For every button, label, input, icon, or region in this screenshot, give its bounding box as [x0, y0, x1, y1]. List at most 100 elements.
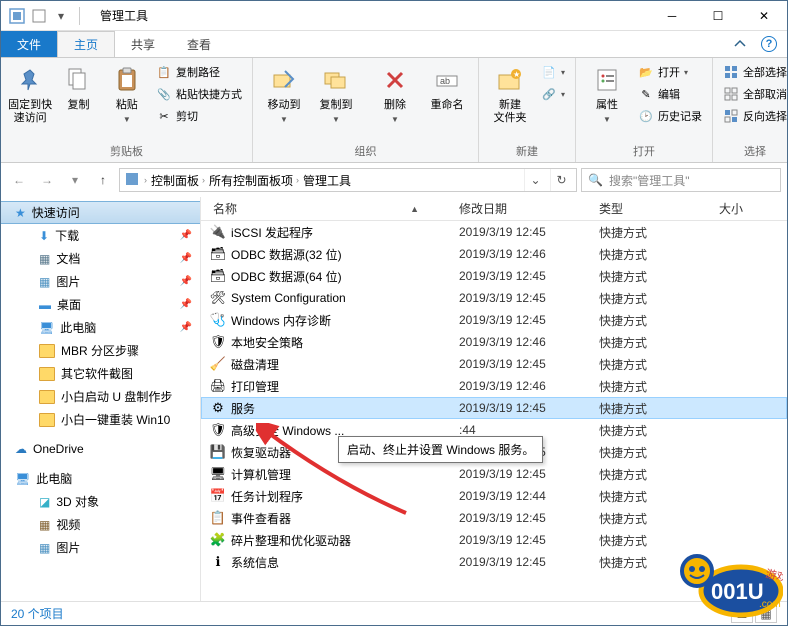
- file-type: 快捷方式: [599, 422, 719, 439]
- rename-button[interactable]: ab 重命名: [422, 60, 472, 112]
- copyto-icon: [320, 64, 352, 96]
- pics-icon: ▦: [39, 541, 50, 555]
- folder-icon: [39, 344, 55, 358]
- copypath-icon: 📋: [156, 64, 172, 80]
- table-row[interactable]: 🛠System Configuration2019/3/19 12:45快捷方式: [201, 287, 787, 309]
- folder-icon: [39, 413, 55, 427]
- file-icon: 🗃: [209, 246, 227, 262]
- nav-pics2[interactable]: ▦图片: [1, 536, 200, 559]
- ribbon-collapse-icon[interactable]: [723, 31, 757, 57]
- col-name[interactable]: 名称▲: [201, 200, 459, 217]
- minimize-button[interactable]: ─: [649, 1, 695, 31]
- qat-properties-icon[interactable]: [31, 8, 47, 24]
- table-row[interactable]: 📅任务计划程序2019/3/19 12:44快捷方式: [201, 485, 787, 507]
- open-button[interactable]: 📂打开▾: [634, 62, 706, 82]
- select-none-button[interactable]: 全部取消: [719, 84, 788, 104]
- newfolder-button[interactable]: ★ 新建 文件夹: [485, 60, 535, 125]
- edit-button[interactable]: ✎编辑: [634, 84, 706, 104]
- recent-dropdown[interactable]: ▾: [63, 168, 87, 192]
- col-size[interactable]: 大小: [719, 200, 779, 217]
- new-item-button[interactable]: 📄▾: [537, 62, 569, 82]
- breadcrumb-allitems[interactable]: 所有控制面板项›: [209, 172, 299, 189]
- copy-path-button[interactable]: 📋复制路径: [152, 62, 246, 82]
- file-name: 磁盘清理: [227, 356, 459, 373]
- cut-button[interactable]: ✂剪切: [152, 106, 246, 126]
- paste-button[interactable]: 粘贴 ▼: [104, 60, 150, 125]
- copy-button[interactable]: 复制: [55, 60, 101, 112]
- paste-shortcut-button[interactable]: 📎粘贴快捷方式: [152, 84, 246, 104]
- nav-documents[interactable]: ▦文档📌: [1, 247, 200, 270]
- nav-mbr[interactable]: MBR 分区步骤: [1, 339, 200, 362]
- search-box[interactable]: 🔍 搜索"管理工具": [581, 168, 781, 192]
- table-row[interactable]: 🖨打印管理2019/3/19 12:46快捷方式: [201, 375, 787, 397]
- copyto-button[interactable]: 复制到▼: [311, 60, 361, 125]
- history-button[interactable]: 🕑历史记录: [634, 106, 706, 126]
- nav-thispc2[interactable]: 🖥此电脑: [1, 467, 200, 490]
- title-bar: ▾ 管理工具 ─ ☐ ✕: [1, 1, 787, 31]
- moveto-button[interactable]: 移动到▼: [259, 60, 309, 125]
- table-row[interactable]: 📋事件查看器2019/3/19 12:45快捷方式: [201, 507, 787, 529]
- file-icon: 💾: [209, 444, 227, 460]
- nav-pictures[interactable]: ▦图片📌: [1, 270, 200, 293]
- delete-button[interactable]: 删除▼: [370, 60, 420, 125]
- breadcrumb-admintools[interactable]: 管理工具: [303, 172, 351, 189]
- file-date: 2019/3/19 12:45: [459, 533, 599, 547]
- table-row[interactable]: ⚙服务2019/3/19 12:45快捷方式: [201, 397, 787, 419]
- properties-button[interactable]: 属性▼: [582, 60, 632, 125]
- file-date: 2019/3/19 12:45: [459, 313, 599, 327]
- nav-thispc[interactable]: 🖥此电脑📌: [1, 316, 200, 339]
- file-icon: 📋: [209, 510, 227, 526]
- onedrive-icon: ☁: [15, 442, 27, 456]
- file-name: ODBC 数据源(64 位): [227, 268, 459, 285]
- file-date: 2019/3/19 12:46: [459, 247, 599, 261]
- table-row[interactable]: 🛡本地安全策略2019/3/19 12:46快捷方式: [201, 331, 787, 353]
- col-date[interactable]: 修改日期: [459, 200, 599, 217]
- tab-view[interactable]: 查看: [171, 31, 227, 57]
- table-row[interactable]: 🗃ODBC 数据源(64 位)2019/3/19 12:45快捷方式: [201, 265, 787, 287]
- maximize-button[interactable]: ☐: [695, 1, 741, 31]
- address-dropdown[interactable]: ⌄: [524, 169, 546, 191]
- open-group-label: 打开: [582, 141, 706, 162]
- refresh-button[interactable]: ↻: [550, 169, 572, 191]
- nav-downloads[interactable]: ⬇下载📌: [1, 224, 200, 247]
- table-row[interactable]: 🧹磁盘清理2019/3/19 12:45快捷方式: [201, 353, 787, 375]
- file-list[interactable]: 🔌iSCSI 发起程序2019/3/19 12:45快捷方式🗃ODBC 数据源(…: [201, 221, 787, 601]
- breadcrumb-controlpanel[interactable]: 控制面板›: [151, 172, 205, 189]
- nav-xb-win10[interactable]: 小白一键重装 Win10: [1, 408, 200, 431]
- table-row[interactable]: 🧩碎片整理和优化驱动器2019/3/19 12:45快捷方式: [201, 529, 787, 551]
- tab-file[interactable]: 文件: [1, 31, 57, 57]
- nav-onedrive[interactable]: ☁OneDrive: [1, 439, 200, 459]
- qat-dropdown-icon[interactable]: ▾: [53, 8, 69, 24]
- help-icon[interactable]: ?: [761, 36, 777, 52]
- table-row[interactable]: 🗃ODBC 数据源(32 位)2019/3/19 12:46快捷方式: [201, 243, 787, 265]
- select-all-button[interactable]: 全部选择: [719, 62, 788, 82]
- nav-desktop[interactable]: ▬桌面📌: [1, 293, 200, 316]
- forward-button[interactable]: →: [35, 168, 59, 192]
- close-button[interactable]: ✕: [741, 1, 787, 31]
- nav-other-sw[interactable]: 其它软件截图: [1, 362, 200, 385]
- table-row[interactable]: 🔌iSCSI 发起程序2019/3/19 12:45快捷方式: [201, 221, 787, 243]
- nav-video[interactable]: ▦视频: [1, 513, 200, 536]
- up-button[interactable]: ↑: [91, 168, 115, 192]
- col-type[interactable]: 类型: [599, 200, 719, 217]
- back-button[interactable]: ←: [7, 168, 31, 192]
- file-date: 2019/3/19 12:45: [459, 357, 599, 371]
- newfolder-icon: ★: [494, 64, 526, 96]
- table-row[interactable]: 🩺Windows 内存诊断2019/3/19 12:45快捷方式: [201, 309, 787, 331]
- pin-quick-access-button[interactable]: 固定到快 速访问: [7, 60, 53, 125]
- invert-selection-button[interactable]: 反向选择: [719, 106, 788, 126]
- tab-home[interactable]: 主页: [57, 31, 115, 57]
- nav-3d[interactable]: ◪3D 对象: [1, 490, 200, 513]
- table-row[interactable]: 🖥计算机管理2019/3/19 12:45快捷方式: [201, 463, 787, 485]
- pin-icon: 📌: [180, 253, 192, 264]
- invert-icon: [723, 108, 739, 124]
- paste-icon: [111, 64, 143, 96]
- nav-quick-access[interactable]: ★快速访问: [1, 201, 200, 224]
- tab-share[interactable]: 共享: [115, 31, 171, 57]
- address-bar[interactable]: › 控制面板› 所有控制面板项› 管理工具 ⌄ ↻: [119, 168, 577, 192]
- file-name: 服务: [227, 400, 459, 417]
- history-icon: 🕑: [638, 108, 654, 124]
- nav-xb-u[interactable]: 小白启动 U 盘制作步: [1, 385, 200, 408]
- easy-access-button[interactable]: 🔗▾: [537, 84, 569, 104]
- easyaccess-icon: 🔗: [541, 86, 557, 102]
